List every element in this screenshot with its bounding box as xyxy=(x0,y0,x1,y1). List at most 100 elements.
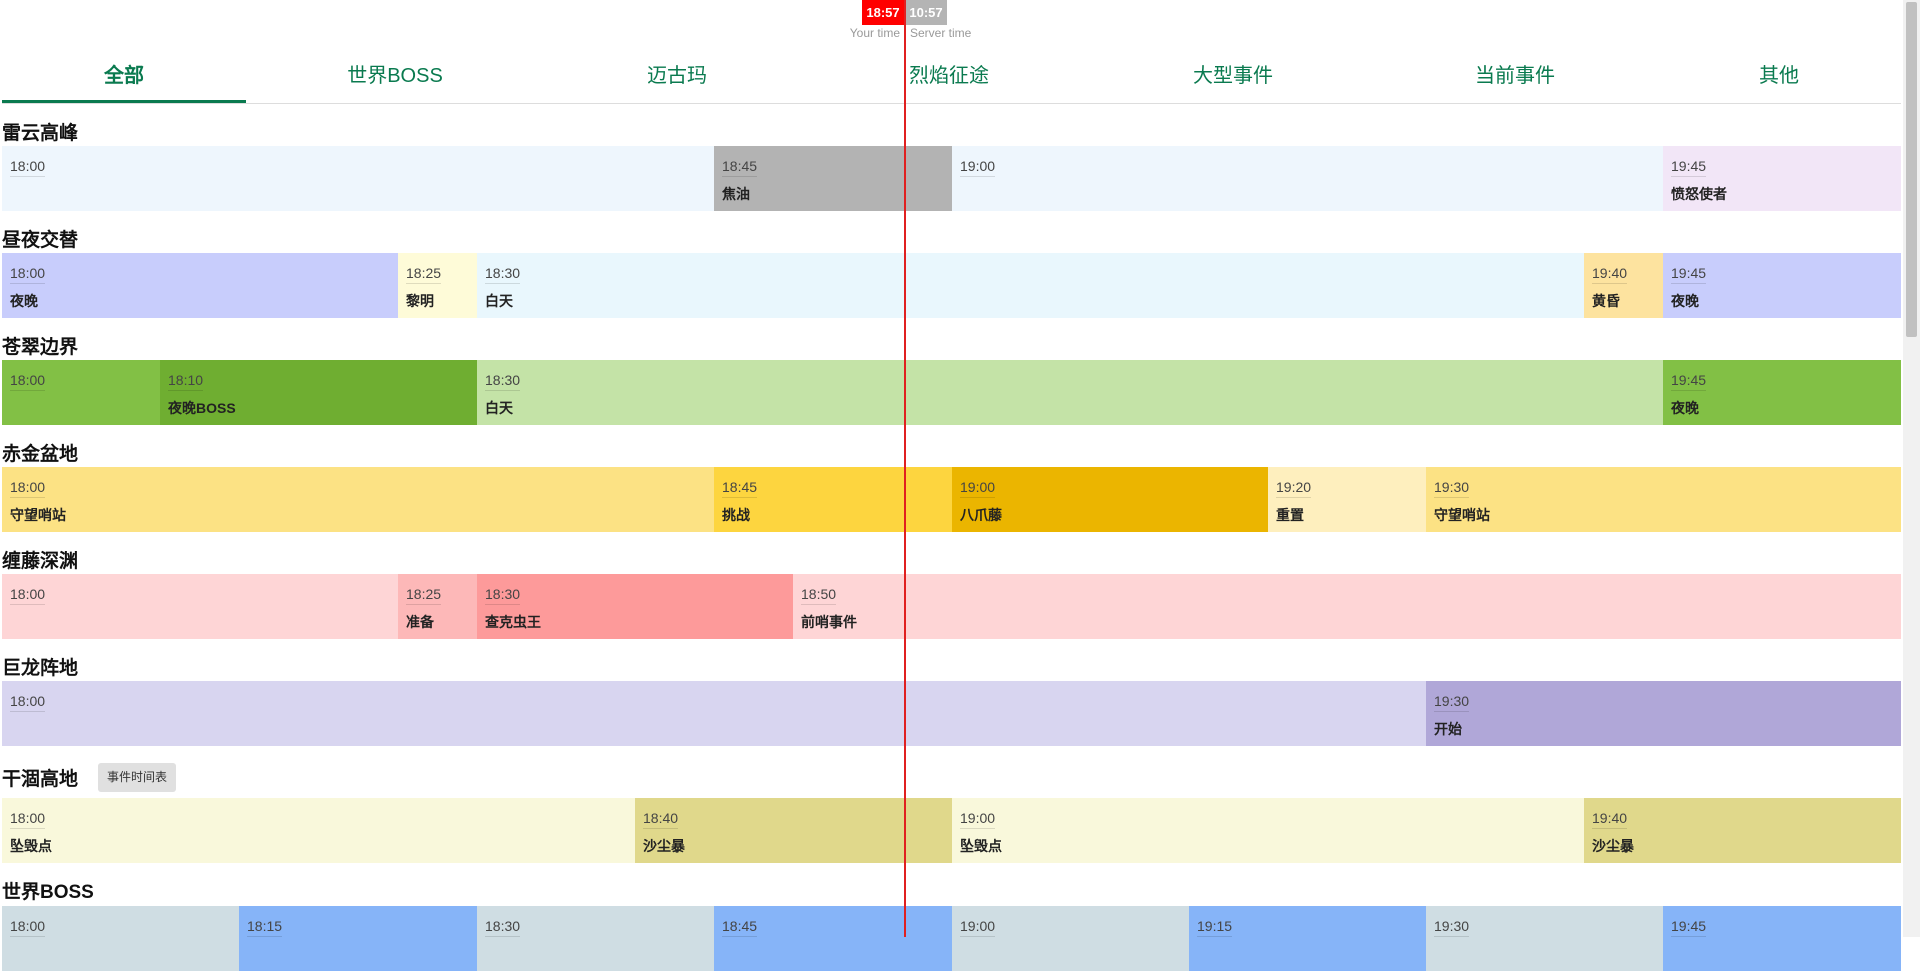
server-time-clock: 10:57 xyxy=(905,0,947,25)
segment-time: 18:30 xyxy=(485,372,521,391)
event-segment[interactable]: 19:45 夜晚 xyxy=(1663,253,1901,318)
segment-event-name: 白天 xyxy=(485,293,513,309)
event-segment[interactable]: 18:30 xyxy=(477,906,714,971)
segment-event-name: 重置 xyxy=(1276,507,1304,523)
event-segment[interactable]: 18:50 前哨事件 xyxy=(793,574,1901,639)
event-segment[interactable]: 19:40 黄昏 xyxy=(1584,253,1663,318)
event-segment[interactable]: 19:00 xyxy=(952,906,1189,971)
event-segment[interactable]: 19:15 xyxy=(1189,906,1426,971)
segment-event-name: 八爪藤 xyxy=(960,507,1002,523)
segment-time: 19:00 xyxy=(960,810,996,829)
tab-world-boss[interactable]: 世界BOSS xyxy=(290,55,500,103)
segment-time: 18:10 xyxy=(168,372,204,391)
event-segment[interactable]: 18:25 准备 xyxy=(398,574,477,639)
event-segment[interactable]: 18:00 守望哨站 xyxy=(2,467,714,532)
server-time-label: Server time xyxy=(910,26,972,40)
segment-time: 18:00 xyxy=(10,586,46,605)
zone-title: 干涸高地 xyxy=(2,769,79,790)
segment-time: 18:30 xyxy=(485,586,521,605)
segment-event-name: 黎明 xyxy=(406,293,434,309)
segment-event-name: 愤怒使者 xyxy=(1671,186,1727,202)
event-segment[interactable]: 19:00 八爪藤 xyxy=(952,467,1268,532)
segment-event-name: 准备 xyxy=(406,614,434,630)
event-segment[interactable]: 19:45 夜晚 xyxy=(1663,360,1901,425)
segment-event-name: 夜晚 xyxy=(10,293,38,309)
event-segment[interactable]: 19:00 坠毁点 xyxy=(952,798,1584,863)
event-segment[interactable]: 19:30 xyxy=(1426,906,1663,971)
segment-time: 19:30 xyxy=(1434,693,1470,712)
event-segment[interactable]: 19:45 xyxy=(1663,906,1901,971)
zone-timeline-row: 18:00 18:10 夜晚BOSS 18:30 白天 19:45 夜晚 xyxy=(2,360,1901,425)
event-segment[interactable]: 18:45 焦油 xyxy=(714,146,952,211)
segment-event-name: 沙尘暴 xyxy=(643,838,685,854)
segment-time: 18:00 xyxy=(10,479,46,498)
event-segment[interactable]: 18:30 查克虫王 xyxy=(477,574,793,639)
event-segment[interactable]: 19:45 愤怒使者 xyxy=(1663,146,1901,211)
segment-time: 18:45 xyxy=(722,918,758,937)
event-segment[interactable]: 19:40 沙尘暴 xyxy=(1584,798,1901,863)
tab-other[interactable]: 其他 xyxy=(1674,55,1884,103)
event-segment[interactable]: 18:00 xyxy=(2,906,239,971)
segment-time: 18:30 xyxy=(485,918,521,937)
tab-current-events[interactable]: 当前事件 xyxy=(1410,55,1620,103)
zone-title: 世界BOSS xyxy=(2,882,94,903)
tab-maiguma[interactable]: 迈古玛 xyxy=(572,55,782,103)
zone-title: 雷云高峰 xyxy=(2,123,79,144)
segment-time: 19:00 xyxy=(960,158,996,177)
event-segment[interactable]: 18:00 夜晚 xyxy=(2,253,398,318)
segment-event-name: 前哨事件 xyxy=(801,614,857,630)
segment-event-name: 夜晚 xyxy=(1671,400,1699,416)
event-segment[interactable]: 18:10 夜晚BOSS xyxy=(160,360,477,425)
segment-time: 19:20 xyxy=(1276,479,1312,498)
tab-all[interactable]: 全部 xyxy=(2,55,246,103)
event-segment[interactable]: 19:30 守望哨站 xyxy=(1426,467,1901,532)
zone-title: 昼夜交替 xyxy=(2,230,79,251)
event-segment[interactable]: 18:15 xyxy=(239,906,477,971)
segment-time: 19:45 xyxy=(1671,265,1707,284)
segment-time: 19:40 xyxy=(1592,810,1628,829)
zone-title: 苍翠边界 xyxy=(2,337,79,358)
event-segment[interactable]: 18:25 黎明 xyxy=(398,253,477,318)
segment-event-name: 白天 xyxy=(485,400,513,416)
event-segment[interactable]: 18:45 xyxy=(714,906,952,971)
zone-timeline-row: 18:00 18:15 18:30 18:45 19:00 19:15 19:30 19:45 xyxy=(2,906,1901,971)
segment-time: 18:00 xyxy=(10,372,46,391)
segment-time: 18:30 xyxy=(485,265,521,284)
tab-flame-journey[interactable]: 烈焰征途 xyxy=(844,55,1054,103)
segment-event-name: 坠毁点 xyxy=(960,838,1002,854)
zone-title: 缠藤深渊 xyxy=(2,551,79,572)
event-segment[interactable]: 18:30 白天 xyxy=(477,360,1663,425)
event-segment[interactable]: 19:30 开始 xyxy=(1426,681,1901,746)
segment-time: 18:00 xyxy=(10,918,46,937)
segment-time: 19:45 xyxy=(1671,372,1707,391)
event-segment[interactable]: 19:20 重置 xyxy=(1268,467,1426,532)
segment-time: 18:25 xyxy=(406,586,442,605)
event-segment[interactable]: 18:00 xyxy=(2,681,1426,746)
zone-timeline-row: 18:00 18:25 准备 18:30 查克虫王 18:50 前哨事件 xyxy=(2,574,1901,639)
page-scrollbar[interactable] xyxy=(1903,0,1920,937)
zone-timeline-row: 18:00 守望哨站 18:45 挑战 19:00 八爪藤 19:20 重置 19:30 守望哨站 xyxy=(2,467,1901,532)
event-segment[interactable]: 18:00 坠毁点 xyxy=(2,798,635,863)
segment-time: 19:30 xyxy=(1434,918,1470,937)
tab-major-events[interactable]: 大型事件 xyxy=(1128,55,1338,103)
segment-time: 18:00 xyxy=(10,158,46,177)
event-segment[interactable]: 18:45 挑战 xyxy=(714,467,952,532)
segment-time: 19:00 xyxy=(960,479,996,498)
segment-time: 19:40 xyxy=(1592,265,1628,284)
zone-title: 巨龙阵地 xyxy=(2,658,79,679)
event-schedule-button[interactable]: 事件时间表 xyxy=(98,763,177,792)
your-time-label: Your time xyxy=(849,26,900,40)
event-segment[interactable]: 18:00 xyxy=(2,360,160,425)
zone-timeline-row: 18:00 夜晚 18:25 黎明 18:30 白天 19:40 黄昏 19:45 夜晚 xyxy=(2,253,1901,318)
segment-event-name: 黄昏 xyxy=(1592,293,1620,309)
scroll-thumb[interactable] xyxy=(1906,2,1917,337)
segment-time: 18:40 xyxy=(643,810,679,829)
event-segment[interactable]: 18:00 xyxy=(2,574,398,639)
event-segment[interactable]: 18:30 白天 xyxy=(477,253,1584,318)
segment-time: 19:15 xyxy=(1197,918,1233,937)
segment-event-name: 挑战 xyxy=(722,507,750,523)
segment-event-name: 查克虫王 xyxy=(485,614,541,630)
event-segment[interactable]: 18:00 xyxy=(2,146,714,211)
event-segment[interactable]: 19:00 xyxy=(952,146,1663,211)
segment-time: 18:45 xyxy=(722,479,758,498)
